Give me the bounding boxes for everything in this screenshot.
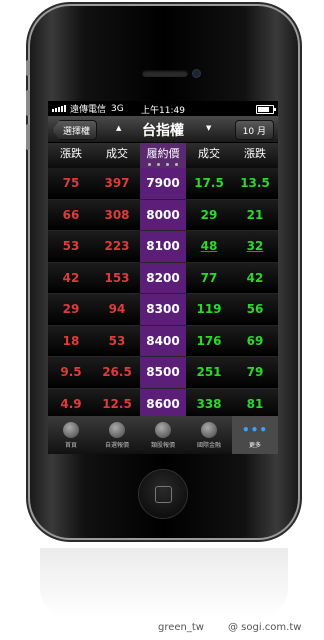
dropdown-arrow-icon[interactable]: ▼: [206, 124, 211, 132]
home-button[interactable]: [139, 470, 187, 518]
tab-custom-quotes[interactable]: 自選報價: [94, 416, 140, 454]
tab-sector-quotes[interactable]: 類股報價: [140, 416, 186, 454]
tab-home[interactable]: 首頁: [48, 416, 94, 454]
put-volume: 77: [200, 270, 218, 285]
tab-label: 類股報價: [150, 441, 175, 449]
month-button[interactable]: 10 月: [234, 120, 274, 140]
watermark-author: green_tw: [158, 622, 204, 633]
tab-label: 國際金融: [196, 441, 221, 449]
more-icon: •••: [242, 422, 269, 437]
mute-switch: [26, 60, 30, 76]
put-change: 42: [246, 270, 264, 285]
globe-icon: [201, 421, 217, 438]
call-volume: 223: [104, 239, 130, 253]
call-volume: 26.5: [102, 365, 132, 379]
call-volume: 397: [104, 176, 130, 190]
call-change: 75: [62, 176, 80, 190]
put-change: 13.5: [240, 176, 270, 190]
strike-price: 8300: [140, 294, 186, 325]
tab-international-finance[interactable]: 國際金融: [186, 416, 232, 454]
table-row[interactable]: 53 223 8100 48 32: [48, 231, 278, 263]
tab-more[interactable]: ••• 更多: [232, 416, 278, 454]
call-change: 18: [62, 333, 80, 348]
status-time: 上午11:49: [141, 106, 185, 116]
back-button[interactable]: 選擇權: [52, 120, 98, 140]
strike-price: 8100: [140, 231, 186, 262]
column-header-call-change: 漲跌: [60, 147, 82, 160]
sector-quotes-icon: [155, 421, 171, 438]
put-volume: 29: [200, 207, 218, 222]
call-volume: 94: [108, 302, 126, 316]
strike-price: 8200: [140, 262, 186, 293]
put-volume: 176: [196, 333, 222, 348]
phone-reflection: [40, 548, 288, 618]
earpiece-speaker: [142, 70, 188, 77]
strike-price: 8500: [140, 357, 186, 388]
column-header-call-volume: 成交: [106, 147, 128, 160]
put-change: 32: [246, 239, 264, 253]
strike-price: 8600: [140, 388, 186, 419]
put-volume: 17.5: [194, 176, 224, 190]
put-volume: 48: [200, 239, 218, 253]
table-row[interactable]: 9.5 26.5 8500 251 79: [48, 357, 278, 389]
volume-down-button: [26, 124, 30, 150]
strike-price: 8400: [140, 325, 186, 356]
tab-bar: 首頁 自選報價 類股報價 國際金融 ••• 更多: [48, 416, 278, 454]
call-volume: 53: [108, 333, 126, 348]
call-change: 66: [62, 207, 80, 222]
put-volume: 338: [196, 396, 222, 411]
put-change: 21: [246, 207, 264, 222]
call-change: 29: [62, 302, 80, 316]
watermark-site: @ sogi.com.tw: [228, 622, 302, 633]
call-change: 53: [62, 239, 80, 253]
page-indicator: [140, 163, 186, 166]
app-screen: 遠傳電信 3G 上午11:49 選擇權 ▲ 台指權 ▼ 10 月 漲跌 成交 履…: [48, 101, 278, 454]
call-change: 4.9: [60, 396, 82, 411]
table-row[interactable]: 42 153 8200 77 42: [48, 262, 278, 294]
option-table: 75 397 7900 17.5 13.5 66 308 8000 29 21 …: [48, 168, 278, 420]
front-camera: [192, 69, 201, 78]
call-volume: 12.5: [102, 396, 132, 411]
column-header-put-change: 漲跌: [244, 147, 266, 160]
table-row[interactable]: 75 397 7900 17.5 13.5: [48, 168, 278, 200]
put-volume: 251: [196, 365, 222, 379]
call-volume: 153: [104, 270, 130, 285]
tab-label: 自選報價: [104, 441, 129, 449]
call-change: 42: [62, 270, 80, 285]
call-volume: 308: [104, 207, 130, 222]
table-row[interactable]: 66 308 8000 29 21: [48, 199, 278, 231]
strike-price: 7900: [140, 168, 186, 199]
put-change: 79: [246, 365, 264, 379]
home-square-icon: [155, 486, 172, 503]
table-row[interactable]: 29 94 8300 119 56: [48, 294, 278, 326]
custom-quotes-icon: [109, 421, 125, 438]
battery-icon: [256, 105, 276, 114]
status-bar: 遠傳電信 3G 上午11:49: [48, 101, 278, 116]
column-header-put-volume: 成交: [198, 147, 220, 160]
put-volume: 119: [196, 302, 222, 316]
navigation-bar: 選擇權 ▲ 台指權 ▼ 10 月: [48, 116, 278, 143]
call-change: 9.5: [60, 365, 82, 379]
table-header: 漲跌 成交 履約價 成交 漲跌: [48, 143, 278, 168]
put-change: 56: [246, 302, 264, 316]
table-row[interactable]: 18 53 8400 176 69: [48, 325, 278, 357]
tab-label: 更多: [248, 441, 261, 449]
strike-price: 8000: [140, 199, 186, 230]
tab-label: 首頁: [64, 441, 77, 449]
home-icon: [63, 421, 79, 438]
put-change: 81: [246, 396, 264, 411]
volume-up-button: [26, 90, 30, 116]
put-change: 69: [246, 333, 264, 348]
